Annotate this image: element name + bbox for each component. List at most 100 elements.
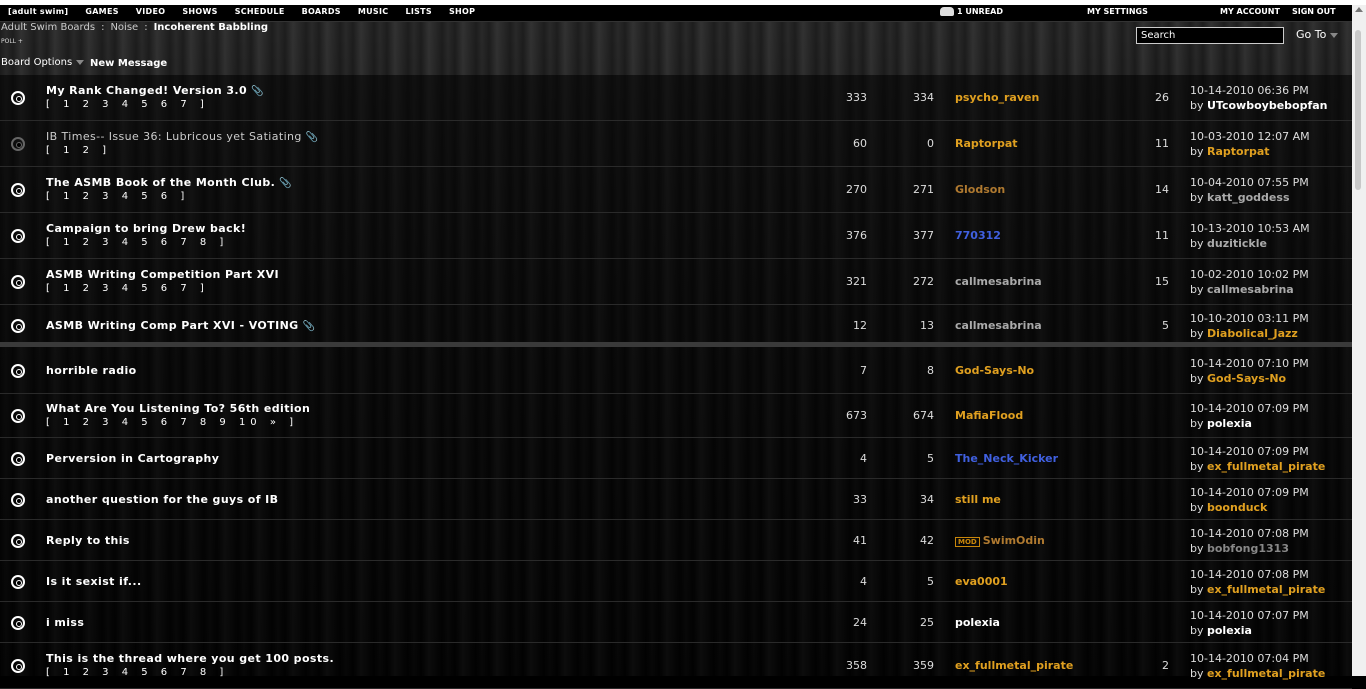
last-post-by: by Raptorpat — [1190, 145, 1270, 158]
last-post-author[interactable]: God-Says-No — [1207, 372, 1286, 385]
thread-pages[interactable]: [ 1 2 ] — [46, 145, 111, 156]
my-account-link[interactable]: MY ACCOUNT — [1220, 7, 1280, 16]
thread-title[interactable]: My Rank Changed! Version 3.0 📎 — [46, 84, 264, 97]
my-settings-link[interactable]: MY SETTINGS — [1087, 7, 1148, 16]
scrollbar-thumb[interactable] — [1355, 30, 1361, 190]
thread-title[interactable]: Reply to this — [46, 534, 130, 547]
thread-title[interactable]: another question for the guys of IB — [46, 493, 278, 506]
thread-row[interactable]: IB Times-- Issue 36: Lubricous yet Satia… — [0, 121, 1352, 167]
thread-row[interactable]: Campaign to bring Drew back! [ 1 2 3 4 5… — [0, 213, 1352, 259]
thread-title[interactable]: IB Times-- Issue 36: Lubricous yet Satia… — [46, 130, 319, 143]
thread-row[interactable]: The ASMB Book of the Month Club. 📎 [ 1 2 … — [0, 167, 1352, 213]
breadcrumb-root[interactable]: Adult Swim Boards — [1, 22, 95, 33]
last-post-author[interactable]: bobfong1313 — [1207, 542, 1289, 555]
goto-menu[interactable]: Go To — [1296, 28, 1339, 41]
thread-author[interactable]: psycho_raven — [955, 91, 1039, 104]
poll-link[interactable]: POLL + — [1, 38, 23, 45]
nav-boards[interactable]: BOARDS — [302, 7, 341, 16]
thread-author[interactable]: God-Says-No — [955, 364, 1034, 377]
thread-author[interactable]: polexia — [955, 616, 1000, 629]
nav-schedule[interactable]: SCHEDULE — [235, 7, 285, 16]
thread-title[interactable]: Perversion in Cartography — [46, 452, 219, 465]
thread-row[interactable]: Perversion in Cartography 4 5 The_Neck_K… — [0, 438, 1352, 479]
board-options-menu[interactable]: Board Options — [1, 57, 85, 68]
last-post-author[interactable]: ex_fullmetal_pirate — [1207, 460, 1325, 473]
thread-author[interactable]: Raptorpat — [955, 137, 1018, 150]
thread-title[interactable]: horrible radio — [46, 364, 137, 377]
nav-video[interactable]: VIDEO — [136, 7, 166, 16]
unread-indicator[interactable]: 1 UNREAD — [940, 7, 1003, 16]
thread-author[interactable]: MOD SwimOdin — [955, 534, 1045, 547]
thread-pages[interactable]: [ 1 2 3 4 5 6 7 8 ] — [46, 237, 228, 248]
last-post-author[interactable]: callmesabrina — [1207, 283, 1294, 296]
thread-title[interactable]: Campaign to bring Drew back! — [46, 222, 246, 235]
nav-adult-swim[interactable]: [adult swim] — [8, 7, 68, 16]
thread-pages[interactable]: [ 1 2 3 4 5 6 ] — [46, 191, 189, 202]
thread-author[interactable]: 770312 — [955, 229, 1001, 242]
search-input[interactable] — [1136, 27, 1284, 44]
thread-row[interactable]: My Rank Changed! Version 3.0 📎 [ 1 2 3 4 … — [0, 75, 1352, 121]
thread-title[interactable]: Is it sexist if... — [46, 575, 142, 588]
thread-title[interactable]: What Are You Listening To? 56th edition — [46, 402, 310, 415]
thread-replies: 14 — [1155, 183, 1169, 196]
nav-shop[interactable]: SHOP — [449, 7, 475, 16]
thread-row[interactable]: i miss 24 25 polexia 10-14-2010 07:07 PM… — [0, 602, 1352, 643]
last-post-author[interactable]: katt_goddess — [1207, 191, 1290, 204]
thread-author[interactable]: callmesabrina — [955, 275, 1042, 288]
last-post-author[interactable]: Raptorpat — [1207, 145, 1270, 158]
sign-out-link[interactable]: SIGN OUT — [1292, 7, 1336, 16]
thread-author[interactable]: Glodson — [955, 183, 1005, 196]
scroll-up-icon[interactable] — [1355, 7, 1363, 12]
skull-icon — [940, 7, 954, 16]
thread-pages[interactable]: [ 1 2 3 4 5 6 7 ] — [46, 99, 209, 110]
breadcrumb-section[interactable]: Noise — [110, 22, 138, 33]
thread-title-text: ASMB Writing Comp Part XVI - VOTING — [46, 319, 299, 332]
scrollbar[interactable] — [1352, 5, 1366, 676]
thread-author[interactable]: MafiaFlood — [955, 409, 1023, 422]
thread-pages[interactable]: [ 1 2 3 4 5 6 7 8 9 10 » ] — [46, 417, 298, 428]
last-post-author[interactable]: Diabolical_Jazz — [1207, 327, 1298, 340]
attachment-icon: 📎 — [251, 86, 264, 97]
thread-row[interactable]: Reply to this 41 42 MOD SwimOdin 10-14-20… — [0, 520, 1352, 561]
thread-row[interactable]: This is the thread where you get 100 pos… — [0, 643, 1352, 689]
thread-row[interactable]: another question for the guys of IB 33 3… — [0, 479, 1352, 520]
thread-author-name: The_Neck_Kicker — [955, 452, 1059, 465]
last-post-author[interactable]: boonduck — [1207, 501, 1267, 514]
thread-author[interactable]: The_Neck_Kicker — [955, 452, 1058, 465]
last-post-author[interactable]: polexia — [1207, 624, 1252, 637]
thread-author[interactable]: ex_fullmetal_pirate — [955, 659, 1073, 672]
thread-title[interactable]: ASMB Writing Comp Part XVI - VOTING 📎 — [46, 319, 315, 332]
thread-author[interactable]: callmesabrina — [955, 319, 1042, 332]
thread-row[interactable]: Is it sexist if... 4 5 eva0001 10-14-201… — [0, 561, 1352, 602]
last-post-by: by polexia — [1190, 624, 1252, 637]
thread-title[interactable]: i miss — [46, 616, 84, 629]
thread-author-name: MafiaFlood — [955, 409, 1024, 422]
last-post-author[interactable]: polexia — [1207, 417, 1252, 430]
thread-author-name: still me — [955, 493, 1001, 506]
last-post-author[interactable]: ex_fullmetal_pirate — [1207, 583, 1325, 596]
thread-replies: 15 — [1155, 275, 1169, 288]
goto-label: Go To — [1296, 28, 1327, 41]
attachment-icon: 📎 — [279, 178, 293, 189]
thread-posts: 359 — [913, 659, 934, 672]
thread-pages[interactable]: [ 1 2 3 4 5 6 7 ] — [46, 283, 209, 294]
nav-lists[interactable]: LISTS — [405, 7, 432, 16]
thread-title[interactable]: The ASMB Book of the Month Club. 📎 — [46, 176, 292, 189]
thread-author[interactable]: eva0001 — [955, 575, 1008, 588]
last-post-author[interactable]: duzitickle — [1207, 237, 1267, 250]
thread-row[interactable]: ASMB Writing Comp Part XVI - VOTING 📎 12 … — [0, 305, 1352, 347]
thread-title[interactable]: ASMB Writing Competition Part XVI — [46, 268, 279, 281]
thread-pages[interactable]: [ 1 2 3 4 5 6 7 8 ] — [46, 667, 228, 678]
last-post-author[interactable]: ex_fullmetal_pirate — [1207, 667, 1325, 680]
last-post-date: 10-14-2010 07:09 PM — [1190, 445, 1309, 458]
last-post-author[interactable]: UTcowboybebopfan — [1207, 99, 1328, 112]
thread-row[interactable]: ASMB Writing Competition Part XVI [ 1 2 … — [0, 259, 1352, 305]
nav-shows[interactable]: SHOWS — [182, 7, 217, 16]
thread-author[interactable]: still me — [955, 493, 1001, 506]
new-message-button[interactable]: New Message — [90, 58, 167, 69]
thread-row[interactable]: What Are You Listening To? 56th edition … — [0, 394, 1352, 438]
nav-games[interactable]: GAMES — [85, 7, 118, 16]
thread-row[interactable]: horrible radio 7 8 God-Says-No 10-14-201… — [0, 347, 1352, 394]
thread-title[interactable]: This is the thread where you get 100 pos… — [46, 652, 334, 665]
nav-music[interactable]: MUSIC — [358, 7, 389, 16]
